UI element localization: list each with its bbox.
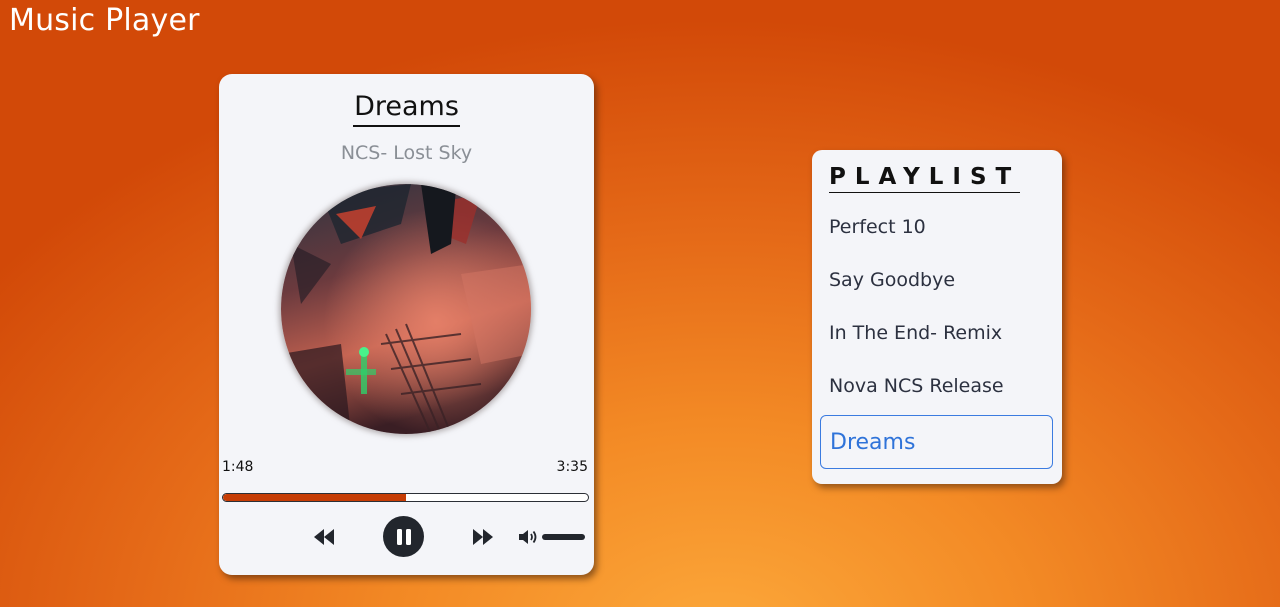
rewind-button[interactable]: [312, 526, 336, 548]
rewind-icon: [314, 529, 334, 545]
total-time: 3:35: [556, 459, 588, 475]
artist-name: NCS- Lost Sky: [340, 142, 473, 164]
song-title: Dreams: [353, 90, 460, 127]
playlist-item-dreams[interactable]: Dreams: [820, 415, 1053, 469]
album-cover: [281, 184, 531, 434]
pause-icon: [396, 528, 411, 545]
app-title: Music Player: [9, 3, 200, 38]
playlist-item-say-goodbye[interactable]: Say Goodbye: [820, 253, 1053, 307]
player-card: Dreams NCS- Lost Sky 1:48 3:35: [219, 74, 594, 575]
play-pause-button[interactable]: [383, 516, 424, 557]
fast-forward-button[interactable]: [471, 526, 495, 548]
song-title-wrap: Dreams: [219, 90, 594, 127]
playlist-item-nova-ncs-release[interactable]: Nova NCS Release: [820, 359, 1053, 413]
current-time: 1:48: [222, 459, 254, 475]
playlist-card: PLAYLIST Perfect 10 Say Goodbye In The E…: [812, 150, 1062, 484]
album-cover-art: [281, 184, 531, 434]
fast-forward-icon: [473, 529, 493, 545]
playlist-item-in-the-end-remix[interactable]: In The End- Remix: [820, 306, 1053, 360]
volume-button[interactable]: [518, 527, 540, 547]
progress-fill: [223, 494, 406, 501]
playlist-item-perfect-10[interactable]: Perfect 10: [820, 200, 1053, 254]
playlist-heading: PLAYLIST: [829, 163, 1021, 193]
progress-bar[interactable]: [222, 493, 589, 502]
volume-slider[interactable]: [542, 534, 585, 540]
volume-icon: [519, 530, 537, 544]
